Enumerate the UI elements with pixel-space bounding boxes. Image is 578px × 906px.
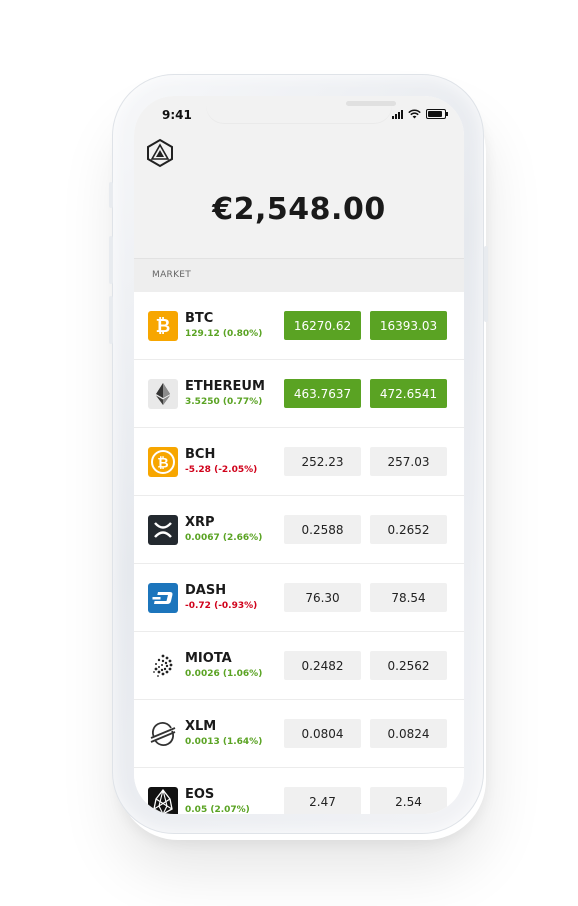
coin-change: 0.0026 (1.06%) <box>185 669 263 679</box>
phone-volume-up-button <box>109 236 113 284</box>
bid-price-button[interactable]: 76.30 <box>284 583 361 612</box>
ask-price-button[interactable]: 2.54 <box>370 787 447 814</box>
bitcoin-icon: ₿ <box>148 311 178 341</box>
header: 9:41 €2,548.00 <box>134 96 464 258</box>
status-time: 9:41 <box>162 108 192 122</box>
ask-price-button[interactable]: 472.6541 <box>370 379 447 408</box>
coin-symbol: MIOTA <box>185 651 232 666</box>
app-logo-icon[interactable] <box>145 138 175 168</box>
portfolio-balance: €2,548.00 <box>212 192 386 227</box>
eos-icon <box>148 787 178 814</box>
coin-change: -5.28 (-2.05%) <box>185 465 258 475</box>
ask-price-button[interactable]: 16393.03 <box>370 311 447 340</box>
ask-price-button[interactable]: 0.2562 <box>370 651 447 680</box>
iota-icon <box>148 651 178 681</box>
coin-symbol: BTC <box>185 311 214 326</box>
market-row-ethereum[interactable]: ETHEREUM 3.5250 (0.77%) 463.7637 472.654… <box>134 360 464 428</box>
ask-price-button[interactable]: 0.2652 <box>370 515 447 544</box>
dash-icon <box>148 583 178 613</box>
market-row-miota[interactable]: MIOTA 0.0026 (1.06%) 0.2482 0.2562 <box>134 632 464 700</box>
ask-price-button[interactable]: 78.54 <box>370 583 447 612</box>
bitcoin-cash-icon: ₿ <box>148 447 178 477</box>
coin-symbol: XRP <box>185 515 215 530</box>
market-row-bch[interactable]: ₿ BCH -5.28 (-2.05%) 252.23 257.03 <box>134 428 464 496</box>
phone-power-button <box>484 246 488 322</box>
bid-price-button[interactable]: 2.47 <box>284 787 361 814</box>
market-row-btc[interactable]: ₿ BTC 129.12 (0.80%) 16270.62 16393.03 <box>134 292 464 360</box>
speaker <box>346 101 396 106</box>
bid-price-button[interactable]: 0.0804 <box>284 719 361 748</box>
coin-change: 0.0013 (1.64%) <box>185 737 263 747</box>
bid-price-button[interactable]: 0.2482 <box>284 651 361 680</box>
coin-change: 3.5250 (0.77%) <box>185 397 263 407</box>
status-icons <box>392 109 448 119</box>
coin-symbol: XLM <box>185 719 217 734</box>
ask-price-button[interactable]: 257.03 <box>370 447 447 476</box>
stellar-icon <box>148 719 178 749</box>
battery-icon <box>426 109 448 119</box>
bid-price-button[interactable]: 16270.62 <box>284 311 361 340</box>
phone-silent-switch <box>109 182 113 208</box>
market-row-xlm[interactable]: XLM 0.0013 (1.64%) 0.0804 0.0824 <box>134 700 464 768</box>
market-row-eos[interactable]: EOS 0.05 (2.07%) 2.47 2.54 <box>134 768 464 814</box>
signal-icon <box>392 109 403 119</box>
coin-symbol: EOS <box>185 787 215 802</box>
coin-symbol: BCH <box>185 447 216 462</box>
notch <box>206 96 396 123</box>
market-row-dash[interactable]: DASH -0.72 (-0.93%) 76.30 78.54 <box>134 564 464 632</box>
coin-change: -0.72 (-0.93%) <box>185 601 258 611</box>
bid-price-button[interactable]: 463.7637 <box>284 379 361 408</box>
market-section-label: MARKET <box>152 270 192 280</box>
coin-symbol: ETHEREUM <box>185 379 265 394</box>
wifi-icon <box>408 109 421 119</box>
bid-price-button[interactable]: 252.23 <box>284 447 361 476</box>
xrp-icon <box>148 515 178 545</box>
svg-text:₿: ₿ <box>157 456 168 472</box>
svg-text:₿: ₿ <box>156 316 171 337</box>
coin-change: 129.12 (0.80%) <box>185 329 263 339</box>
app-screen: 9:41 €2,548.00 MARKET ₿ BTC 129.12 (0.80… <box>134 96 464 814</box>
phone-volume-down-button <box>109 296 113 344</box>
coin-change: 0.05 (2.07%) <box>185 805 250 814</box>
market-list: ₿ BTC 129.12 (0.80%) 16270.62 16393.03 E… <box>134 292 464 814</box>
market-row-xrp[interactable]: XRP 0.0067 (2.66%) 0.2588 0.2652 <box>134 496 464 564</box>
ask-price-button[interactable]: 0.0824 <box>370 719 447 748</box>
coin-change: 0.0067 (2.66%) <box>185 533 263 543</box>
market-section-header: MARKET <box>134 258 464 292</box>
ethereum-icon <box>148 379 178 409</box>
bid-price-button[interactable]: 0.2588 <box>284 515 361 544</box>
coin-symbol: DASH <box>185 583 227 598</box>
